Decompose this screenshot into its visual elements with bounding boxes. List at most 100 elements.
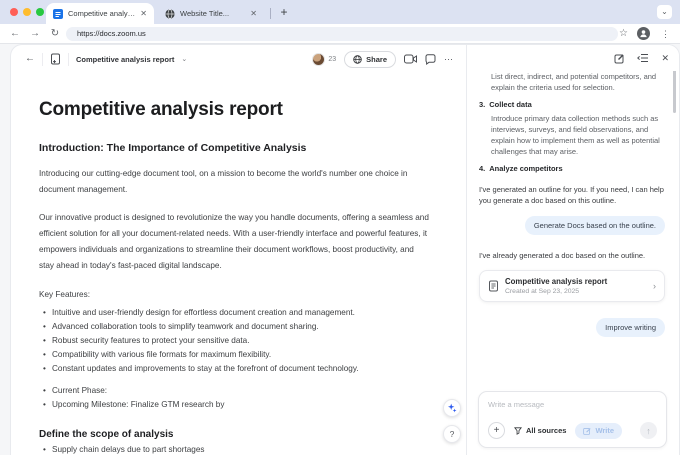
- outline-item-description: Introduce primary data collection method…: [479, 113, 665, 157]
- document-toolbar: ← Competitive analysis report ⌄ 23 Shar: [11, 45, 466, 73]
- intro-paragraph-1: Introducing our cutting-edge document to…: [39, 166, 431, 198]
- video-call-icon[interactable]: [404, 54, 417, 64]
- forward-icon[interactable]: →: [28, 27, 42, 41]
- close-tab-icon[interactable]: ✕: [250, 10, 257, 18]
- history-icon[interactable]: [637, 53, 649, 63]
- pencil-icon: [583, 427, 591, 435]
- feature-item: Intuitive and user-friendly design for e…: [39, 306, 431, 320]
- message-input[interactable]: Write a message: [488, 400, 657, 409]
- send-message-button[interactable]: ↑: [640, 422, 657, 439]
- user-message-row: Improve writing: [479, 302, 665, 337]
- close-panel-icon[interactable]: ✕: [661, 54, 669, 63]
- divider: [42, 53, 43, 66]
- all-sources-label: All sources: [526, 426, 566, 435]
- assistant-message: I've already generated a doc based on th…: [479, 250, 665, 261]
- new-doc-icon[interactable]: [50, 53, 61, 65]
- ai-assistant-panel: ✕ List direct, indirect, and potential c…: [466, 45, 679, 455]
- outline-item-title: Analyze competitors: [489, 164, 562, 173]
- comments-icon[interactable]: [425, 54, 436, 65]
- write-label: Write: [595, 426, 614, 435]
- phase-list: Current Phase: Upcoming Milestone: Final…: [39, 384, 431, 412]
- feature-item: Robust security features to protect your…: [39, 334, 431, 348]
- outline-fragment: List direct, indirect, and potential com…: [479, 71, 665, 93]
- maximize-window-button[interactable]: [36, 8, 44, 16]
- all-sources-button[interactable]: All sources: [514, 426, 566, 435]
- address-bar[interactable]: https://docs.zoom.us: [66, 27, 618, 41]
- write-mode-pill[interactable]: Write: [575, 423, 622, 439]
- browser-profile-avatar[interactable]: [637, 27, 650, 40]
- scope-item: Supply chain delays due to part shortage…: [39, 443, 431, 455]
- zoom-docs-page: ← Competitive analysis report ⌄ 23 Shar: [0, 44, 680, 455]
- browser-toolbar: ← → ↻ https://docs.zoom.us ☆ ⋮: [0, 24, 680, 44]
- doc-card-text: Competitive analysis report Created at S…: [505, 277, 647, 295]
- intro-heading: Introduction: The Importance of Competit…: [39, 142, 431, 154]
- message-composer[interactable]: Write a message + All sources Write ↑: [478, 391, 667, 448]
- collaborators[interactable]: 23: [312, 53, 336, 66]
- composer-actions: + All sources Write ↑: [488, 422, 657, 439]
- collaborator-avatar: [312, 53, 325, 66]
- close-tab-icon[interactable]: ✕: [140, 10, 147, 18]
- phase-item: Current Phase:: [39, 384, 431, 398]
- globe-favicon-icon: [165, 9, 175, 19]
- sidebar-scrollbar[interactable]: [673, 67, 676, 113]
- filter-funnel-icon: [514, 427, 522, 435]
- collaborator-count: 23: [328, 56, 336, 63]
- tab-divider: [270, 8, 271, 19]
- outline-item-number: 3.: [479, 100, 485, 109]
- user-message-row: Generate Docs based on the outline.: [479, 206, 665, 235]
- phase-item: Upcoming Milestone: Finalize GTM researc…: [39, 398, 431, 412]
- bookmark-star-icon[interactable]: ☆: [619, 27, 628, 41]
- assistant-conversation[interactable]: List direct, indirect, and potential com…: [467, 71, 679, 389]
- tab-strip: Competitive analysis report ✕ Website Ti…: [0, 0, 680, 24]
- share-label: Share: [366, 55, 387, 64]
- new-chat-icon[interactable]: [614, 53, 625, 64]
- document-title: Competitive analysis report: [39, 99, 431, 121]
- features-label: Key Features:: [39, 287, 431, 303]
- outline-item-title: Collect data: [489, 100, 532, 109]
- reload-icon[interactable]: ↻: [48, 27, 62, 41]
- doc-card-subtitle: Created at Sep 23, 2025: [505, 288, 647, 295]
- tab-competitive-analysis[interactable]: Competitive analysis report ✕: [46, 3, 154, 24]
- close-window-button[interactable]: [10, 8, 18, 16]
- document-body[interactable]: Competitive analysis report Introduction…: [11, 73, 466, 455]
- help-button[interactable]: ?: [443, 425, 461, 443]
- person-icon: [639, 29, 648, 38]
- features-list: Intuitive and user-friendly design for e…: [39, 306, 431, 376]
- assistant-message: I've generated an outline for you. If yo…: [479, 184, 665, 206]
- minimize-window-button[interactable]: [23, 8, 31, 16]
- add-attachment-button[interactable]: +: [488, 422, 505, 439]
- document-area: ← Competitive analysis report ⌄ 23 Shar: [11, 45, 466, 455]
- doc-card-title: Competitive analysis report: [505, 277, 647, 286]
- share-button[interactable]: Share: [344, 51, 396, 68]
- more-options-icon[interactable]: ⋯: [444, 54, 454, 65]
- tab-search-button[interactable]: ⌄: [657, 5, 672, 19]
- doc-favicon-icon: [53, 9, 63, 19]
- new-tab-button[interactable]: +: [276, 4, 292, 20]
- outline-item-4: 4. Analyze competitors: [479, 164, 665, 173]
- window-controls: [10, 8, 44, 16]
- outline-item-3: 3. Collect data: [479, 100, 665, 109]
- document-title-breadcrumb[interactable]: Competitive analysis report: [76, 55, 174, 64]
- document-icon: [488, 280, 499, 292]
- scope-list: Supply chain delays due to part shortage…: [39, 443, 431, 455]
- feature-item: Compatibility with various file formats …: [39, 348, 431, 362]
- feature-item: Constant updates and improvements to sta…: [39, 362, 431, 376]
- help-label: ?: [450, 429, 455, 439]
- user-message-pill[interactable]: Improve writing: [596, 318, 665, 337]
- generated-doc-card[interactable]: Competitive analysis report Created at S…: [479, 270, 665, 302]
- intro-paragraph-2: Our innovative product is designed to re…: [39, 210, 431, 274]
- tab-website-title[interactable]: Website Title... ✕: [158, 3, 264, 24]
- back-icon[interactable]: ←: [8, 27, 22, 41]
- globe-icon: [353, 55, 362, 64]
- tab-title: Website Title...: [180, 9, 245, 18]
- chevron-down-icon[interactable]: ⌄: [181, 55, 187, 63]
- outline-item-number: 4.: [479, 164, 485, 173]
- feature-item: Advanced collaboration tools to simplify…: [39, 320, 431, 334]
- browser-menu-icon[interactable]: ⋮: [661, 27, 670, 41]
- tab-title: Competitive analysis report: [68, 9, 135, 18]
- ai-companion-button[interactable]: [443, 399, 461, 417]
- toolbar-actions: 23 Share ⋯: [312, 51, 454, 68]
- scope-heading: Define the scope of analysis: [39, 429, 431, 440]
- doc-back-icon[interactable]: ←: [25, 54, 35, 64]
- user-message-pill[interactable]: Generate Docs based on the outline.: [525, 216, 665, 235]
